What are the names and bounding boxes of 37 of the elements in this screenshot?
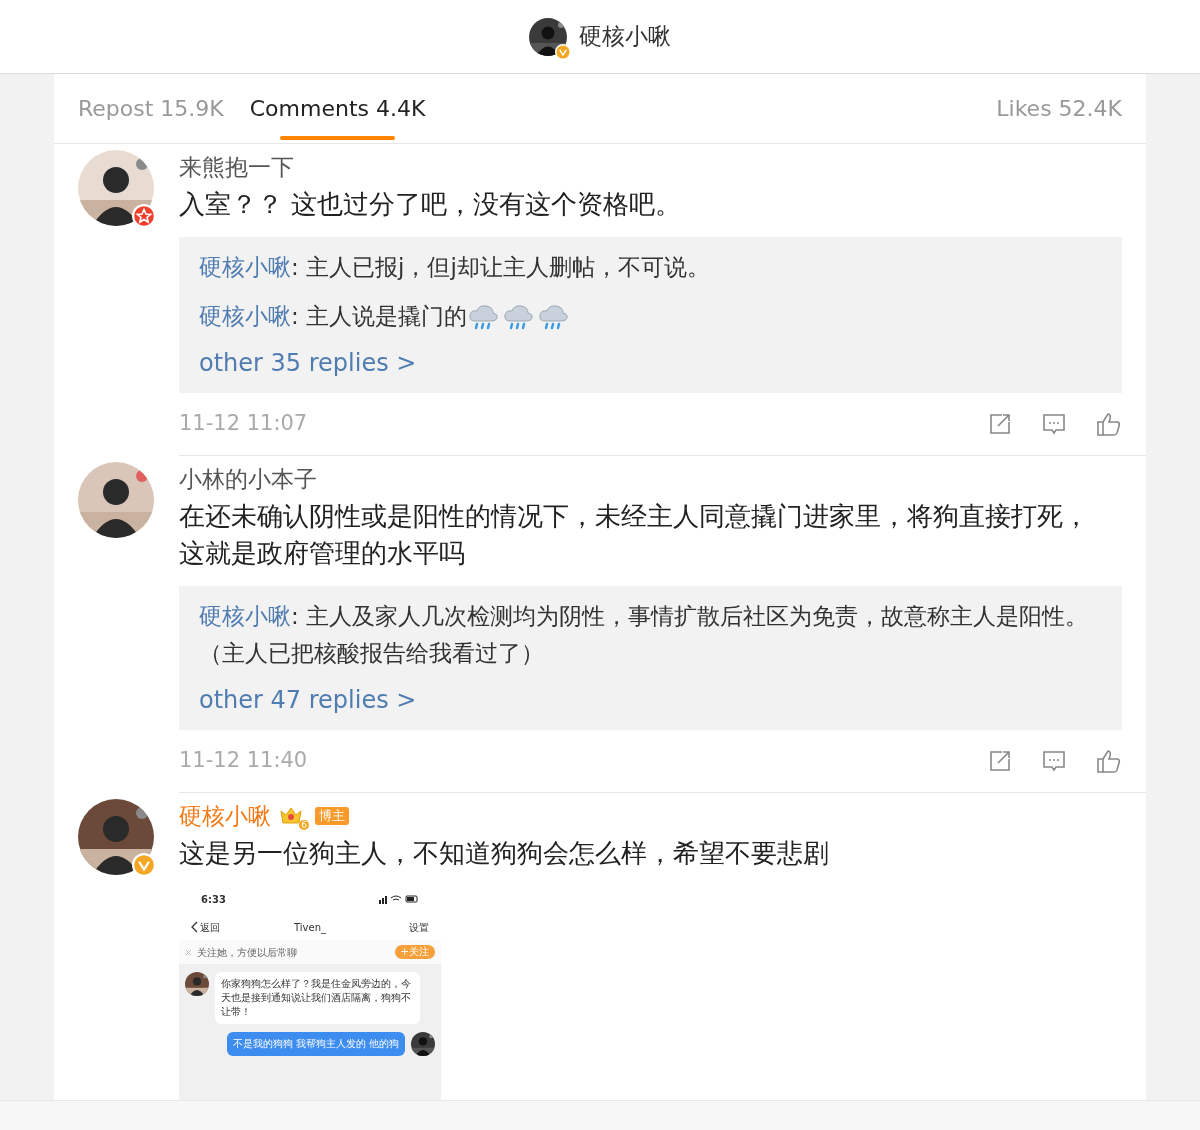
more-replies-link[interactable]: other 47 replies > [199, 684, 417, 716]
comment-text: 在还未确认阴性或是阳性的情况下，未经主人同意撬门进家里，将狗直接打死，这就是政府管理的水平吗 [179, 500, 1090, 570]
crown-icon [279, 805, 303, 825]
share-icon[interactable] [988, 412, 1012, 436]
share-icon[interactable] [988, 749, 1012, 773]
comment-text: 入室？？ 这也过分了吧，没有这个资格吧。 [179, 188, 683, 221]
level-number: 6 [299, 820, 309, 830]
username[interactable]: 硬核小啾 [179, 798, 271, 834]
follow-hint: 关注她，方便以后常聊 [197, 945, 298, 960]
back-icon[interactable] [191, 921, 198, 933]
tab[interactable]: Repost 15.9K [78, 73, 224, 144]
clock: 6:33 [201, 892, 227, 907]
tab[interactable]: Comments 4.4K [249, 73, 426, 144]
close-icon[interactable] [185, 948, 192, 956]
timestamp: 11-12 11:40 [179, 747, 309, 775]
timestamp: 11-12 11:07 [179, 410, 309, 438]
username[interactable]: 小林的小本子 [179, 461, 317, 497]
chat-bubble: 不是我的狗狗 我帮狗主人发的 他的狗 [226, 1032, 405, 1056]
chat-title: Tiven_ [293, 920, 327, 935]
page-title: 硬核小啾 [579, 22, 671, 52]
like-icon[interactable] [1096, 411, 1122, 437]
author-tag: 博主 [315, 807, 349, 825]
comment-icon[interactable] [1042, 412, 1066, 436]
follow-button[interactable]: +关注 [394, 945, 435, 959]
reply-text: 硬核小啾: 主人已报j，但j却让主人删帖，不可说。 [199, 253, 711, 282]
status-icons [379, 894, 419, 904]
reply-text: 硬核小啾: 主人及家人几次检测均为阴性，事情扩散后社区为免责，故意称主人是阳性。（主人已把核酸报告给我看过了） [199, 602, 1090, 668]
more-replies-link[interactable]: other 35 replies > [199, 347, 417, 379]
back-link[interactable]: 返回 [200, 919, 220, 935]
chat-bubble: 你家狗狗怎么样了？我是住金凤旁边的，今天也是接到通知说让我们酒店隔离，狗狗不让带！ [215, 972, 420, 1024]
reply-text: 硬核小啾: 主人说是撬门的 [199, 298, 1102, 335]
tab[interactable]: Likes 52.4K [996, 73, 1122, 144]
settings-link[interactable]: 设置 [369, 919, 429, 935]
comment-text: 这是另一位狗主人，不知道狗狗会怎么样，希望不要悲剧 [179, 837, 830, 870]
comment-icon[interactable] [1042, 749, 1066, 773]
like-icon[interactable] [1096, 748, 1122, 774]
username[interactable]: 来熊抱一下 [179, 149, 294, 185]
